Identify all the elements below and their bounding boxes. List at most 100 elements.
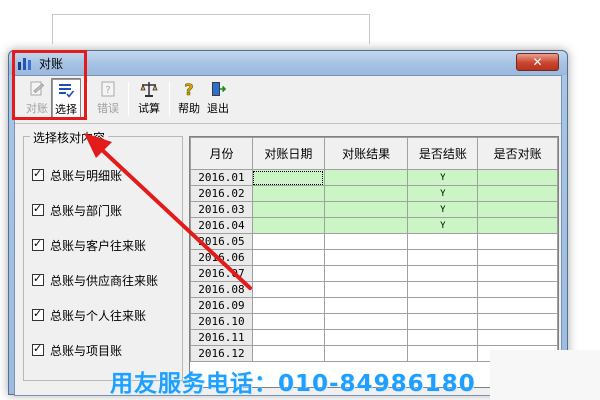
option-detail-ledger[interactable]: 总账与明细账: [32, 167, 122, 183]
month-cell[interactable]: 2016.08: [190, 281, 253, 298]
result-cell[interactable]: [323, 185, 409, 202]
reconciled-cell[interactable]: [477, 233, 558, 250]
date-cell[interactable]: [251, 169, 325, 186]
result-cell[interactable]: [323, 329, 409, 346]
date-cell[interactable]: [251, 281, 325, 298]
closed-cell[interactable]: [407, 281, 479, 298]
option-personal-ledger[interactable]: 总账与个人往来账: [32, 307, 146, 323]
date-cell[interactable]: [251, 313, 325, 330]
option-department-ledger[interactable]: 总账与部门账: [32, 202, 122, 218]
month-cell[interactable]: 2016.06: [190, 249, 253, 266]
table-row[interactable]: 2016.07: [190, 265, 558, 282]
closed-cell[interactable]: [407, 329, 479, 346]
closed-cell[interactable]: Y: [407, 169, 479, 186]
month-cell[interactable]: 2016.04: [190, 217, 253, 234]
reconciled-cell[interactable]: [477, 201, 558, 218]
exit-button[interactable]: 退出: [205, 78, 231, 120]
closed-cell[interactable]: [407, 249, 479, 266]
reconciled-cell[interactable]: [477, 217, 558, 234]
checkbox-checked-icon[interactable]: [32, 237, 44, 251]
date-cell[interactable]: [251, 201, 325, 218]
toolbar-separator: [169, 82, 170, 116]
table-row[interactable]: 2016.03 Y: [190, 201, 558, 218]
select-list-icon: [59, 84, 75, 98]
reconciled-cell[interactable]: [477, 313, 558, 330]
reconciled-cell[interactable]: [477, 329, 558, 346]
option-supplier-ledger[interactable]: 总账与供应商往来账: [32, 272, 158, 288]
column-header-month[interactable]: 月份: [190, 137, 253, 170]
month-cell[interactable]: 2016.01: [190, 169, 253, 186]
month-cell[interactable]: 2016.03: [190, 201, 253, 218]
app-chart-icon: [18, 58, 31, 70]
date-cell[interactable]: [251, 265, 325, 282]
date-cell[interactable]: [251, 217, 325, 234]
table-row[interactable]: 2016.08: [190, 281, 558, 298]
checkbox-checked-icon[interactable]: [32, 342, 44, 356]
date-cell[interactable]: [251, 345, 325, 362]
table-row[interactable]: 2016.01 Y: [190, 169, 558, 186]
table-row[interactable]: 2016.10: [190, 313, 558, 330]
closed-cell[interactable]: [407, 345, 479, 362]
option-customer-ledger[interactable]: 总账与客户往来账: [32, 237, 146, 253]
closed-cell[interactable]: [407, 297, 479, 314]
date-cell[interactable]: [251, 233, 325, 250]
table-row[interactable]: 2016.06: [190, 249, 558, 266]
column-header-date[interactable]: 对账日期: [251, 137, 325, 170]
reconciled-cell[interactable]: [477, 185, 558, 202]
column-header-closed[interactable]: 是否结账: [407, 137, 479, 170]
reconciled-cell[interactable]: [477, 169, 558, 186]
checkbox-checked-icon[interactable]: [32, 272, 44, 286]
checkbox-checked-icon[interactable]: [32, 307, 44, 321]
checkbox-checked-icon[interactable]: [32, 167, 44, 181]
title-bar[interactable]: 对账 ✕: [9, 51, 567, 75]
reconciled-cell[interactable]: [477, 281, 558, 298]
month-cell[interactable]: 2016.05: [190, 233, 253, 250]
month-cell[interactable]: 2016.07: [190, 265, 253, 282]
checkbox-checked-icon[interactable]: [32, 202, 44, 216]
table-row[interactable]: 2016.04 Y: [190, 217, 558, 234]
reconciled-cell[interactable]: [477, 297, 558, 314]
option-label: 总账与供应商往来账: [50, 273, 159, 288]
option-project-ledger[interactable]: 总账与项目账: [32, 342, 122, 358]
table-body: 2016.01 Y 2016.02 Y 2016.03 Y 2016.04 Y 2016.05 2…: [190, 169, 558, 362]
table-row[interactable]: 2016.09: [190, 297, 558, 314]
closed-cell[interactable]: [407, 313, 479, 330]
column-header-result[interactable]: 对账结果: [323, 137, 409, 170]
closed-cell[interactable]: Y: [407, 217, 479, 234]
closed-cell[interactable]: [407, 233, 479, 250]
result-cell[interactable]: [323, 313, 409, 330]
result-cell[interactable]: [323, 201, 409, 218]
date-cell[interactable]: [251, 249, 325, 266]
month-cell[interactable]: 2016.02: [190, 185, 253, 202]
reconcile-button[interactable]: 对账: [24, 78, 50, 120]
month-cell[interactable]: 2016.09: [190, 297, 253, 314]
result-cell[interactable]: [323, 265, 409, 282]
result-cell[interactable]: [323, 249, 409, 266]
reconciled-cell[interactable]: [477, 249, 558, 266]
error-button[interactable]: ? 错误: [95, 78, 121, 120]
closed-cell[interactable]: Y: [407, 185, 479, 202]
month-cell[interactable]: 2016.12: [190, 345, 253, 362]
date-cell[interactable]: [251, 185, 325, 202]
table-row[interactable]: 2016.02 Y: [190, 185, 558, 202]
result-cell[interactable]: [323, 169, 409, 186]
help-button[interactable]: ? 帮助: [176, 78, 202, 120]
close-button[interactable]: ✕: [516, 53, 559, 71]
result-cell[interactable]: [323, 233, 409, 250]
result-cell[interactable]: [323, 281, 409, 298]
column-header-reconciled[interactable]: 是否对账: [477, 137, 558, 170]
reconciled-cell[interactable]: [477, 265, 558, 282]
closed-cell[interactable]: Y: [407, 201, 479, 218]
date-cell[interactable]: [251, 297, 325, 314]
result-cell[interactable]: [323, 217, 409, 234]
result-cell[interactable]: [323, 297, 409, 314]
table-row[interactable]: 2016.05: [190, 233, 558, 250]
select-button[interactable]: 选择: [51, 78, 81, 120]
month-cell[interactable]: 2016.11: [190, 329, 253, 346]
result-cell[interactable]: [323, 345, 409, 362]
date-cell[interactable]: [251, 329, 325, 346]
closed-cell[interactable]: [407, 265, 479, 282]
trial-balance-button[interactable]: 试算: [136, 78, 162, 120]
month-cell[interactable]: 2016.10: [190, 313, 253, 330]
table-row[interactable]: 2016.11: [190, 329, 558, 346]
